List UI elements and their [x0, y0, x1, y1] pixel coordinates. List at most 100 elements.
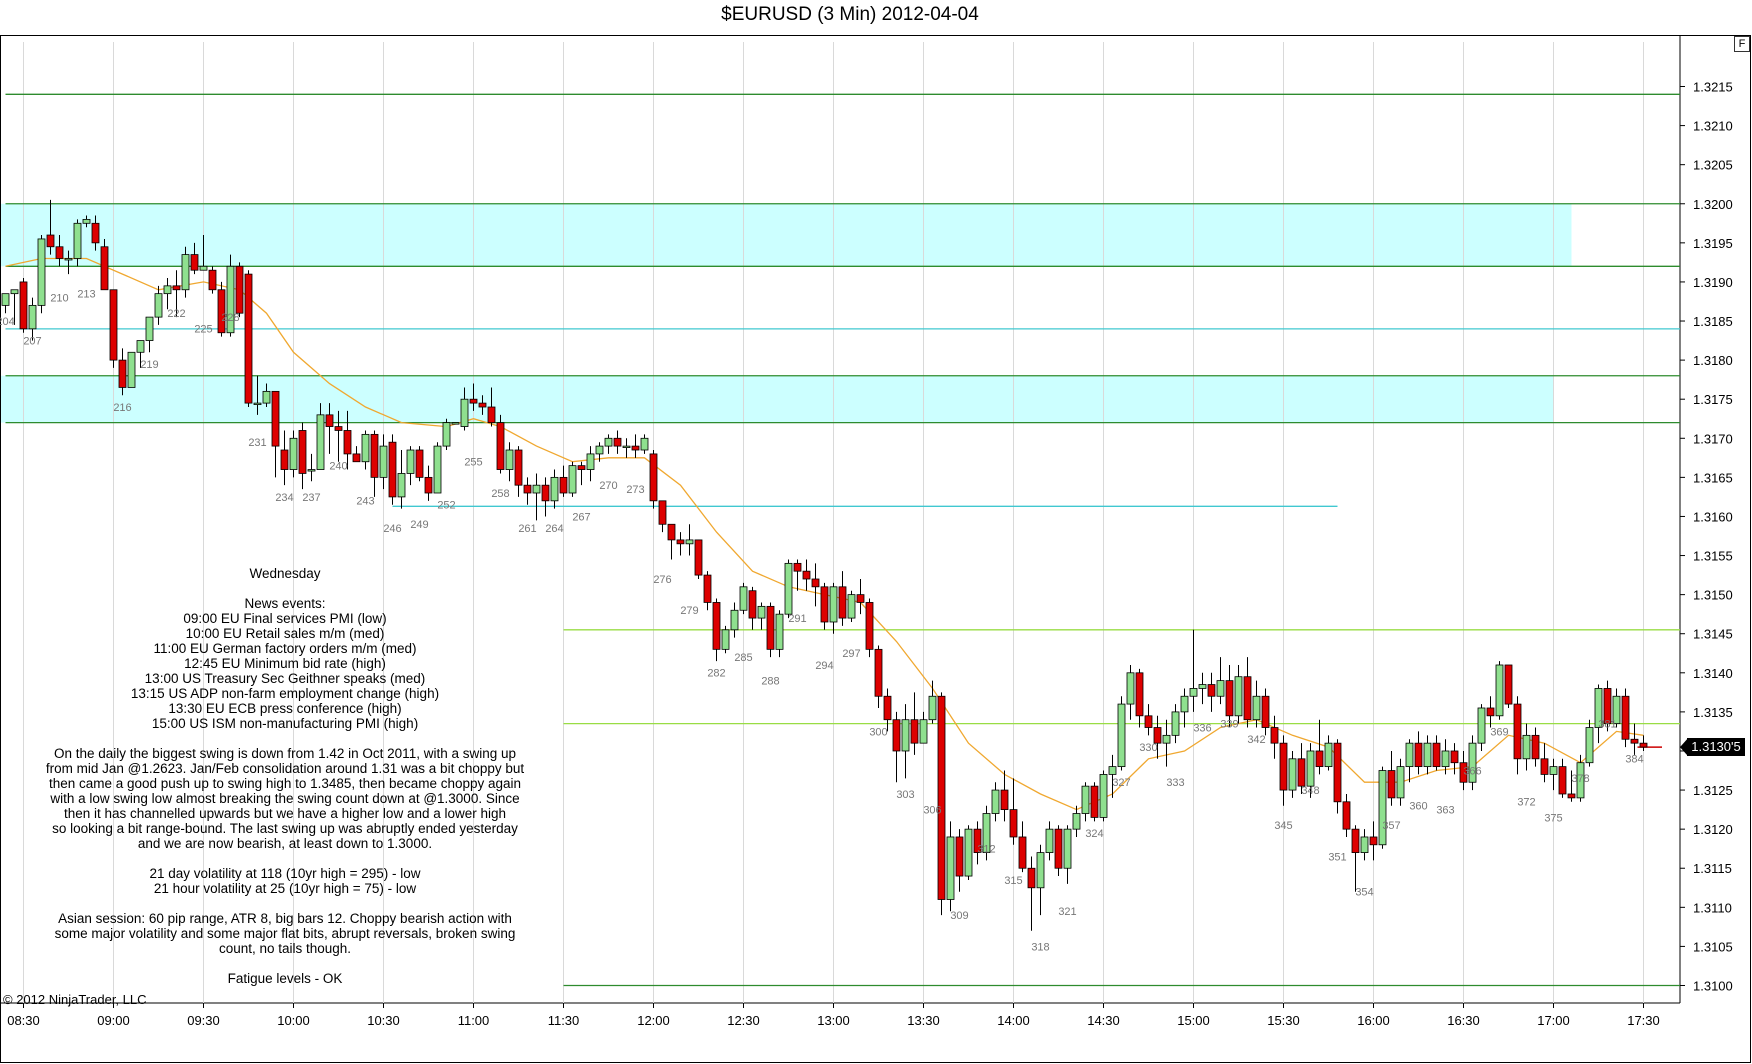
- candle-up: [1126, 672, 1135, 705]
- candle-down: [1018, 836, 1027, 869]
- candle-down: [280, 449, 289, 470]
- candle-down: [334, 426, 343, 431]
- candle-down: [46, 234, 55, 248]
- candle-down: [955, 836, 964, 877]
- news-item: 13:30 EU ECB press conference (high): [168, 701, 402, 716]
- candle-down: [1225, 680, 1234, 717]
- candle-down: [1000, 789, 1009, 811]
- candle-up: [1522, 734, 1531, 760]
- price-tick-label: 1.3155: [1693, 549, 1733, 564]
- candle-up: [739, 586, 748, 611]
- candle-up: [1585, 727, 1594, 764]
- bar-count-label: 300: [869, 726, 887, 738]
- candle-down: [1414, 742, 1423, 768]
- candle-down: [1504, 664, 1513, 705]
- daily-line: On the daily the biggest swing is down f…: [54, 746, 516, 761]
- candle-up: [10, 289, 19, 295]
- news-item: 13:00 US Treasury Sec Geithner speaks (m…: [144, 671, 426, 686]
- candle-up: [1324, 742, 1333, 768]
- candle-down: [496, 422, 505, 470]
- candle-down: [55, 246, 64, 259]
- candle-down: [298, 430, 307, 474]
- candle-up: [1378, 770, 1387, 846]
- bar-count-label: 378: [1571, 773, 1589, 785]
- candle-down: [676, 539, 685, 545]
- candle-up: [163, 285, 172, 295]
- candle-down: [559, 476, 568, 494]
- candle-up: [289, 437, 298, 470]
- candle-up: [784, 562, 793, 615]
- bar-count-label: 339: [1220, 719, 1238, 731]
- time-tick-label: 13:30: [907, 1013, 940, 1028]
- time-tick-label: 10:30: [367, 1013, 400, 1028]
- bar-count-label: 363: [1436, 805, 1454, 817]
- bar-count-label: 276: [653, 574, 671, 586]
- candle-down: [703, 574, 712, 603]
- time-tick-label: 09:00: [97, 1013, 130, 1028]
- session-notes: Wednesday News events: 09:00 EU Final se…: [20, 566, 550, 986]
- candle-down: [424, 476, 433, 494]
- bar-count-label: 273: [626, 484, 644, 496]
- candle-down: [235, 265, 244, 314]
- candle-up: [757, 605, 766, 619]
- candle-down: [514, 449, 523, 486]
- candle-down: [712, 602, 721, 650]
- bar-count-label: 318: [1031, 941, 1049, 953]
- candle-down: [865, 602, 874, 650]
- candle-down: [1342, 801, 1351, 830]
- time-tick-label: 14:30: [1087, 1013, 1120, 1028]
- price-tick-label: 1.3100: [1693, 979, 1733, 994]
- bar-count-label: 324: [1085, 828, 1103, 840]
- candle-down: [1513, 703, 1522, 760]
- candle-down: [883, 695, 892, 721]
- bar-count-label: 210: [50, 292, 68, 304]
- candle-up: [1036, 852, 1045, 889]
- candle-down: [577, 465, 586, 470]
- candle-down: [1279, 742, 1288, 791]
- bar-count-label: 345: [1274, 820, 1292, 832]
- bar-count-label: 255: [464, 457, 482, 469]
- price-tick-label: 1.3215: [1693, 80, 1733, 95]
- bar-count-label: 372: [1517, 797, 1535, 809]
- candle-up: [361, 433, 370, 463]
- time-tick-label: 12:00: [637, 1013, 670, 1028]
- time-tick-label: 11:00: [458, 1013, 490, 1028]
- price-tick-label: 1.3110: [1693, 900, 1732, 915]
- bar-count-label: 222: [167, 308, 185, 320]
- candle-up: [1189, 688, 1198, 697]
- candle-down: [748, 590, 757, 619]
- candle-down: [1027, 867, 1036, 889]
- candle-up: [1171, 711, 1180, 736]
- candle-up: [73, 222, 82, 259]
- candle-down: [469, 398, 478, 404]
- candle-up: [460, 398, 469, 427]
- bar-count-label: 330: [1139, 742, 1157, 754]
- bar-count-label: 333: [1166, 777, 1184, 789]
- candle-down: [1153, 727, 1162, 744]
- bar-count-label: 261: [518, 523, 536, 535]
- candle-up: [433, 445, 442, 494]
- candle-up: [586, 453, 595, 470]
- candle-up: [127, 351, 136, 388]
- bar-count-label: 204: [0, 316, 15, 328]
- candle-down: [802, 570, 811, 580]
- candle-up: [775, 613, 784, 650]
- price-tick-label: 1.3140: [1693, 666, 1733, 681]
- price-tick-label: 1.3150: [1693, 588, 1733, 603]
- f-button[interactable]: F: [1734, 36, 1750, 52]
- candle-up: [1405, 742, 1414, 768]
- candle-down: [1387, 770, 1396, 799]
- candle-up: [1495, 664, 1504, 717]
- asian-session-line: count, no tails though.: [218, 941, 352, 956]
- candle-up: [622, 445, 631, 449]
- bar-count-label: 312: [977, 844, 995, 856]
- candle-down: [1639, 742, 1648, 748]
- candle-up: [505, 449, 514, 470]
- candle-up: [1198, 684, 1207, 689]
- candle-up: [532, 484, 541, 494]
- candle-down: [91, 222, 100, 244]
- bar-count-label: 366: [1463, 765, 1481, 777]
- candle-up: [145, 316, 154, 341]
- candle-down: [910, 719, 919, 744]
- daily-line: and we are now bearish, at least down to…: [137, 836, 433, 851]
